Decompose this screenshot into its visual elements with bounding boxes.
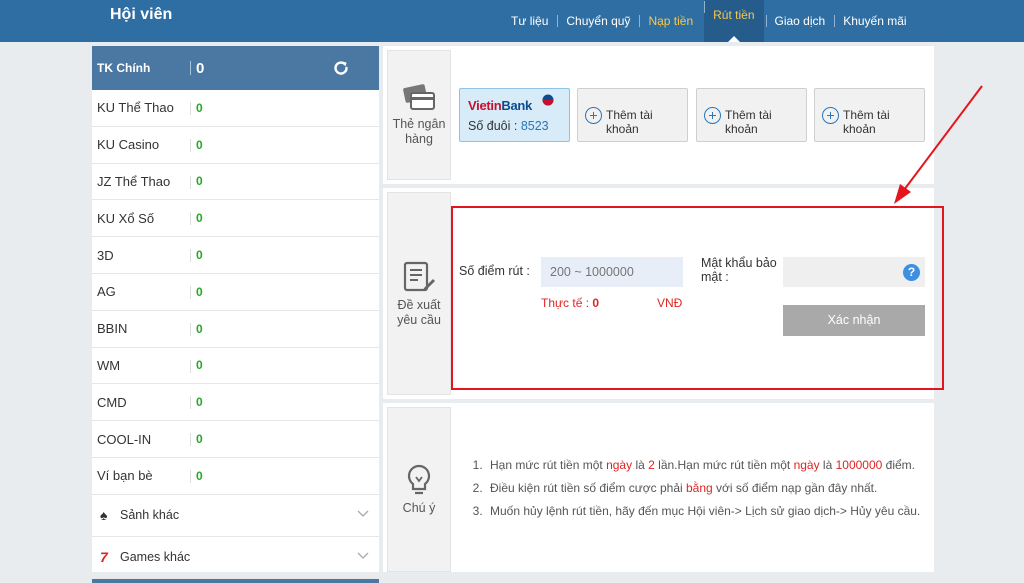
divider <box>190 212 191 226</box>
wallet-row[interactable]: KU Xổ Số 0 <box>92 200 379 238</box>
wallet-balance: 0 <box>196 137 203 152</box>
card-suffix: Số đuôi : 8523 <box>468 119 549 133</box>
wallet-row[interactable]: BBIN 0 <box>92 311 379 348</box>
wallet-row[interactable]: KU Thể Thao 0 <box>92 90 379 127</box>
wallet-row[interactable]: KU Casino 0 <box>92 127 379 164</box>
wallet-row[interactable]: CMD 0 <box>92 384 379 422</box>
sidebar-group-sanh-khac[interactable]: ♠ Sảnh khác <box>92 495 379 537</box>
divider <box>190 469 191 483</box>
wallet-label: KU Thể Thao <box>97 100 174 116</box>
request-section-cell: Đề xuất yêu cầu <box>387 192 451 395</box>
sidebar-bottom-bar <box>92 578 379 583</box>
nav-item-giao-dich[interactable]: Giao dịch <box>765 14 835 28</box>
divider <box>190 322 191 336</box>
group-label: Sảnh khác <box>120 508 180 523</box>
notes-list: Hạn mức rút tiền một ngày là 2 lần.Hạn m… <box>463 455 923 524</box>
divider <box>190 396 191 410</box>
nav-item-chuyen-quy[interactable]: Chuyển quỹ <box>557 14 639 28</box>
main-account-balance: 0 <box>196 59 205 77</box>
wallet-balance: 0 <box>196 248 203 263</box>
wallet-label: BBIN <box>97 321 128 337</box>
notes-panel: Chú ý Hạn mức rút tiền một ngày là 2 lần… <box>383 403 934 572</box>
divider <box>190 102 191 115</box>
wallet-label: WM <box>97 357 121 373</box>
vietinbank-logo-mark <box>542 94 554 106</box>
wallet-label: AG <box>97 284 116 300</box>
wallet-balance: 0 <box>196 100 203 115</box>
wallet-row[interactable]: 3D 0 <box>92 237 379 274</box>
wallet-balance: 0 <box>196 211 203 226</box>
wallet-row[interactable]: Ví bạn bè 0 <box>92 458 379 495</box>
vietinbank-logo: VietinBank <box>468 98 532 113</box>
wallet-label: KU Xổ Số <box>97 210 155 226</box>
group-label: Games khác <box>120 550 191 565</box>
wallet-row[interactable]: JZ Thể Thao 0 <box>92 164 379 201</box>
note-item: Hạn mức rút tiền một ngày là 2 lần.Hạn m… <box>486 455 923 475</box>
note-item: Điều kiện rút tiền số điểm cược phải bằn… <box>486 478 923 498</box>
edit-form-icon <box>403 261 435 291</box>
wallet-balance: 0 <box>196 395 203 410</box>
wallet-label: COOL-IN <box>97 431 152 447</box>
wallet-balance: 0 <box>196 284 203 299</box>
nav-item-tu-lieu[interactable]: Tư liệu <box>502 14 557 28</box>
divider <box>190 175 191 189</box>
top-bar: Hội viên Tư liệu Chuyển quỹ Nạp tiền Rút… <box>0 0 1024 42</box>
page-title: Hội viên <box>110 6 173 23</box>
divider <box>190 433 191 447</box>
chevron-down-icon <box>357 510 369 517</box>
divider <box>190 249 191 263</box>
wallet-sidebar: TK Chính 0 KU Thể Thao 0 KU Casino 0 JZ Th… <box>92 46 379 583</box>
wallet-row[interactable]: AG 0 <box>92 274 379 311</box>
wallet-balance: 0 <box>196 432 203 447</box>
chevron-down-icon <box>357 552 369 559</box>
note-item: Muốn hủy lệnh rút tiền, hãy đến mục Hội … <box>486 501 923 521</box>
wallet-balance: 0 <box>196 321 203 336</box>
bank-section-label: Thẻ ngân hàng <box>392 117 446 146</box>
plus-circle-icon <box>585 107 602 124</box>
top-nav: Tư liệu Chuyển quỹ Nạp tiền Rút tiền Gia… <box>502 0 916 42</box>
wallet-label: CMD <box>97 394 127 410</box>
divider <box>190 359 191 373</box>
bank-card-icon <box>403 84 435 110</box>
nav-item-khuyen-mai[interactable]: Khuyến mãi <box>834 14 915 28</box>
seven-icon: 7 <box>100 549 108 566</box>
notes-section-cell: Chú ý <box>387 407 451 572</box>
wallet-label: Ví bạn bè <box>97 468 153 484</box>
main-account-label: TK Chính <box>97 61 151 75</box>
wallet-label: KU Casino <box>97 137 160 153</box>
wallet-balance: 0 <box>196 468 203 483</box>
bank-section-cell: Thẻ ngân hàng <box>387 50 451 180</box>
divider <box>190 61 191 75</box>
spade-icon: ♠ <box>100 507 108 524</box>
main-account-row: TK Chính 0 <box>92 46 379 90</box>
plus-circle-icon <box>822 107 839 124</box>
wallet-balance: 0 <box>196 358 203 373</box>
bank-card-vietinbank[interactable]: VietinBank Số đuôi : 8523 <box>459 88 570 142</box>
sidebar-group-games-khac[interactable]: 7 Games khác <box>92 537 379 579</box>
add-account-button[interactable]: Thêm tài khoản <box>577 88 688 142</box>
highlight-box <box>451 206 944 390</box>
bank-panel: Thẻ ngân hàng VietinBank Số đuôi : 8523 … <box>383 46 934 184</box>
notes-section-label: Chú ý <box>402 501 436 515</box>
request-section-label: Đề xuất yêu cầu <box>397 297 441 327</box>
annotation-arrow-icon <box>894 85 983 204</box>
wallet-label: 3D <box>97 247 114 263</box>
nav-item-rut-tien[interactable]: Rút tiền <box>704 0 764 42</box>
plus-circle-icon <box>704 107 721 124</box>
nav-item-nap-tien[interactable]: Nạp tiền <box>639 14 702 28</box>
divider <box>190 138 191 152</box>
lightbulb-icon <box>407 464 431 495</box>
wallet-row[interactable]: COOL-IN 0 <box>92 421 379 458</box>
add-account-button[interactable]: Thêm tài khoản <box>696 88 807 142</box>
divider <box>190 285 191 299</box>
wallet-label: JZ Thể Thao <box>97 173 171 189</box>
wallet-balance: 0 <box>196 174 203 189</box>
refresh-icon[interactable] <box>332 59 350 77</box>
add-account-label: Thêm tài khoản <box>606 108 653 136</box>
add-account-label: Thêm tài khoản <box>725 108 772 136</box>
wallet-row[interactable]: WM 0 <box>92 348 379 385</box>
